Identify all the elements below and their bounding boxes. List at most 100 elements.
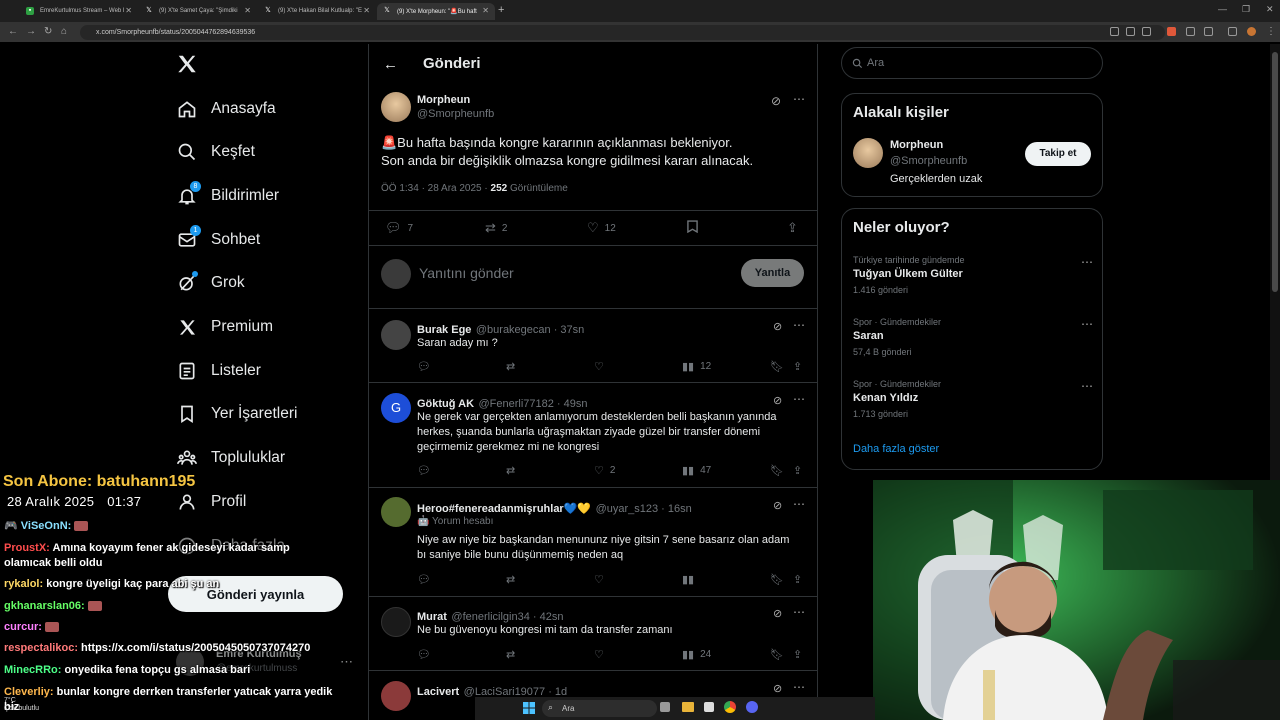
more-dots-icon[interactable]: ⋯	[793, 392, 805, 406]
home-browser-icon[interactable]: ⌂	[61, 26, 67, 37]
bookmark-button[interactable]: 🔖︎	[770, 360, 784, 373]
x-logo-icon[interactable]	[176, 53, 198, 75]
views-button[interactable]: ▮▮ 24	[682, 648, 711, 661]
close-tab-icon[interactable]: ✕	[244, 6, 251, 15]
tweet-author-name[interactable]: Morpheun	[417, 94, 470, 106]
avatar[interactable]	[853, 138, 883, 168]
more-dots-icon[interactable]: ⋯	[1081, 379, 1093, 393]
reply-author-name[interactable]: Lacivert	[417, 686, 459, 698]
like-button[interactable]: ♡	[594, 573, 604, 586]
avatar[interactable]	[381, 320, 411, 350]
views-button[interactable]: ▮▮	[682, 573, 694, 586]
more-dots-icon[interactable]: ⋯	[793, 497, 805, 511]
extension-icon[interactable]	[1186, 27, 1195, 36]
browser-tab[interactable]: ▪ EmreKurtulmus Stream – Web I ✕	[20, 3, 138, 20]
follow-button[interactable]: Takip et	[1025, 142, 1091, 166]
weather-widget[interactable]: 7°C Çok bulutlu	[4, 697, 39, 713]
more-dots-icon[interactable]: ⋯	[793, 92, 805, 106]
reply-submit-button[interactable]: Yanıtla	[741, 259, 804, 287]
share-button[interactable]: ⇪	[793, 648, 802, 661]
avatar[interactable]	[381, 497, 411, 527]
grok-icon[interactable]: ⊘	[773, 682, 782, 695]
grok-icon[interactable]: ⊘	[771, 94, 781, 108]
repost-button[interactable]: ⇄	[506, 648, 515, 661]
reply-button[interactable]: 💬︎	[417, 648, 431, 661]
more-dots-icon[interactable]: ⋯	[793, 605, 805, 619]
reply-author-name[interactable]: Burak Ege	[417, 324, 471, 336]
share-button[interactable]: ⇪	[787, 220, 798, 236]
person-name[interactable]: Morpheun	[890, 139, 943, 151]
extensions-icon[interactable]	[1204, 27, 1213, 36]
more-dots-icon[interactable]: ⋯	[1081, 255, 1093, 269]
minimize-icon[interactable]: —	[1218, 4, 1227, 14]
search-input[interactable]: Ara	[841, 47, 1103, 79]
browser-tab[interactable]: 𝕏 (9) X'te Hakan Bilal Kutlualp: "E ✕	[258, 3, 376, 20]
nav-item-bookmarks[interactable]: Yer İşaretleri	[176, 399, 297, 429]
nav-item-home[interactable]: Anasayfa	[176, 94, 276, 124]
reply-button[interactable]: 💬︎	[417, 464, 431, 477]
extension-icon[interactable]	[1167, 27, 1176, 36]
url-field[interactable]: x.com/Smorpheunfb/status/200504476289463…	[80, 25, 1165, 40]
show-more-link[interactable]: Daha fazla göster	[853, 443, 939, 455]
trend-item[interactable]: Spor · Gündemdekiler Kenan Yıldız 1.713 …	[853, 379, 1093, 419]
trend-item[interactable]: Türkiye tarihinde gündemde Tuğyan Ülkem …	[853, 255, 1093, 295]
trend-item[interactable]: Spor · Gündemdekiler Saran 57,4 B gönder…	[853, 317, 1093, 357]
grok-icon[interactable]: ⊘	[773, 394, 782, 407]
share-button[interactable]: ⇪	[793, 464, 802, 477]
reply-author-name[interactable]: Murat	[417, 611, 447, 623]
person-handle[interactable]: @Smorpheunfb	[890, 155, 967, 167]
app-icon[interactable]	[704, 702, 714, 712]
bookmark-button[interactable]: 🔖︎	[770, 648, 784, 661]
nav-item-profile[interactable]: Profil	[176, 487, 246, 517]
like-button[interactable]: ♡	[594, 360, 604, 373]
zoom-icon[interactable]	[1110, 27, 1119, 36]
reply-button[interactable]: 💬︎	[417, 573, 431, 586]
share-button[interactable]: ⇪	[793, 573, 802, 586]
reply-author-name[interactable]: Göktuğ AK	[417, 398, 474, 410]
like-button[interactable]: ♡ 2	[594, 464, 615, 477]
nav-item-lists[interactable]: Listeler	[176, 356, 261, 386]
sidebar-icon[interactable]	[1228, 27, 1237, 36]
file-explorer-icon[interactable]	[682, 702, 694, 712]
repost-button[interactable]: ⇄	[506, 573, 515, 586]
close-tab-icon[interactable]: ✕	[125, 6, 132, 15]
windows-start-icon[interactable]	[523, 702, 535, 714]
reply-button[interactable]: 💬︎	[417, 360, 431, 373]
repost-button[interactable]: ⇄	[506, 464, 515, 477]
new-tab-icon[interactable]: +	[498, 4, 504, 16]
close-tab-icon[interactable]: ✕	[363, 6, 370, 15]
forward-icon[interactable]: →	[26, 26, 36, 37]
profile-avatar-icon[interactable]	[1247, 27, 1256, 36]
more-dots-icon[interactable]: ⋯	[340, 654, 353, 670]
views-button[interactable]: ▮▮ 47	[682, 464, 711, 477]
back-icon[interactable]: ←	[8, 26, 18, 37]
bookmark-button[interactable]	[687, 220, 698, 233]
discord-icon[interactable]	[746, 701, 758, 713]
nav-item-explore[interactable]: Keşfet	[176, 137, 255, 167]
grok-icon[interactable]: ⊘	[773, 607, 782, 620]
views-button[interactable]: ▮▮ 12	[682, 360, 711, 373]
more-dots-icon[interactable]: ⋯	[793, 680, 805, 694]
nav-item-notifications[interactable]: 8 Bildirimler	[176, 181, 279, 211]
star-icon[interactable]	[1142, 27, 1151, 36]
task-view-icon[interactable]	[660, 702, 670, 712]
avatar[interactable]	[381, 607, 411, 637]
chrome-icon[interactable]	[724, 701, 736, 713]
reply-button[interactable]: 💬︎ 7	[385, 220, 413, 236]
nav-item-communities[interactable]: Topluluklar	[176, 443, 285, 473]
repost-button[interactable]: ⇄ 2	[485, 220, 507, 236]
nav-item-premium[interactable]: Premium	[176, 312, 273, 342]
close-tab-icon[interactable]: ✕	[482, 6, 489, 15]
grok-icon[interactable]: ⊘	[773, 320, 782, 333]
nav-item-grok[interactable]: Grok	[176, 268, 245, 298]
repost-button[interactable]: ⇄	[506, 360, 515, 373]
browser-tab[interactable]: 𝕏 (9) X'te Samet Çaya: "Şimdiki ✕	[139, 3, 257, 20]
menu-icon[interactable]: ⋮	[1266, 26, 1276, 37]
grok-icon[interactable]: ⊘	[773, 499, 782, 512]
maximize-icon[interactable]: ❐	[1242, 4, 1250, 15]
browser-tab-active[interactable]: 𝕏 (9) X'te Morpheun: "🚨Bu haft ✕	[377, 3, 495, 20]
taskbar-search[interactable]: ⌕ Ara	[542, 700, 657, 717]
more-dots-icon[interactable]: ⋯	[793, 318, 805, 332]
install-icon[interactable]	[1126, 27, 1135, 36]
avatar[interactable]: G	[381, 393, 411, 423]
